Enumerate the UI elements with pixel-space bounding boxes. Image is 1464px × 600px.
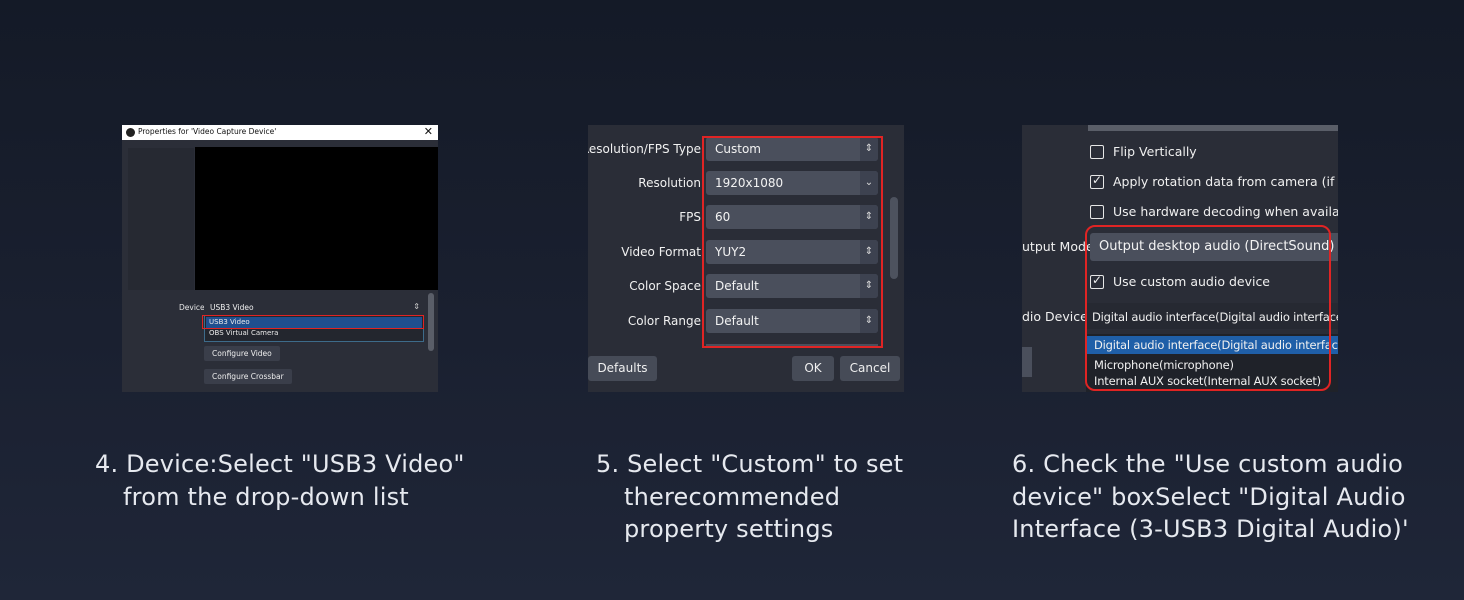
device-select[interactable]: USB3 Video ⇕	[204, 300, 424, 314]
output-mode-label: utput Mode	[1022, 239, 1094, 254]
caption-line: 4. Device:Select "USB3 Video"	[95, 450, 465, 478]
highlight-box	[202, 315, 424, 329]
caption-line: device" boxSelect "Digital Audio	[1012, 482, 1406, 511]
scrollbar[interactable]	[428, 293, 434, 351]
defaults-button[interactable]: Defaults	[588, 356, 657, 381]
highlight-box	[702, 136, 883, 348]
device-label: Device	[179, 303, 205, 312]
audio-settings-screenshot: Flip Vertically Apply rotation data from…	[1022, 125, 1338, 392]
audio-device-label: dio Device	[1022, 309, 1088, 324]
color-space-label: Color Space	[629, 279, 701, 293]
cancel-button[interactable]: Cancel	[840, 356, 900, 381]
caption-step-5: 5. Select "Custom" to set therecommended…	[596, 448, 903, 546]
obs-logo-icon	[126, 128, 135, 137]
video-preview	[195, 147, 438, 290]
close-icon[interactable]: ✕	[424, 125, 433, 138]
updown-arrow-icon: ⇕	[413, 302, 420, 311]
fps-label: FPS	[679, 210, 701, 224]
caption-line: property settings	[624, 515, 834, 543]
properties-dialog-screenshot: Properties for 'Video Capture Device' ✕ …	[122, 125, 438, 392]
caption-step-4: 4. Device:Select "USB3 Video" from the d…	[95, 448, 465, 513]
caption-line: Interface (3-USB3 Digital Audio)'	[1012, 515, 1409, 543]
caption-line: 6. Check the "Use custom audio	[1012, 450, 1404, 478]
dialog-title: Properties for 'Video Capture Device'	[138, 127, 277, 136]
apply-rotation-label: Apply rotation data from camera (if an	[1113, 174, 1338, 189]
resolution-label: Resolution	[638, 176, 701, 190]
video-format-label: Video Format	[621, 245, 701, 259]
side-panel	[128, 148, 194, 290]
scrollbar[interactable]	[890, 197, 898, 279]
highlight-box	[1085, 225, 1331, 391]
flip-vertically-checkbox[interactable]	[1090, 145, 1104, 159]
ok-button[interactable]: OK	[792, 356, 834, 381]
partial-button[interactable]	[1022, 347, 1032, 377]
caption-step-6: 6. Check the "Use custom audio device" b…	[1012, 448, 1409, 546]
scroll-edge	[1088, 125, 1338, 131]
video-settings-screenshot: Resolution/FPS Type Custom ⇕ Resolution …	[588, 125, 904, 392]
caption-line: therecommended	[624, 482, 841, 511]
color-range-label: Color Range	[627, 314, 701, 328]
configure-crossbar-button[interactable]: Configure Crossbar	[204, 369, 292, 384]
apply-rotation-checkbox[interactable]	[1090, 173, 1104, 189]
hardware-decoding-checkbox[interactable]	[1090, 205, 1104, 219]
hardware-decoding-label: Use hardware decoding when available	[1113, 204, 1338, 219]
caption-line: from the drop-down list	[123, 482, 409, 511]
dialog-titlebar: Properties for 'Video Capture Device' ✕	[122, 125, 438, 140]
resolution-fps-type-label: Resolution/FPS Type	[588, 142, 701, 156]
flip-vertically-label: Flip Vertically	[1113, 144, 1197, 159]
option-obs-virtual-camera[interactable]: OBS Virtual Camera	[206, 328, 422, 339]
device-select-value: USB3 Video	[210, 303, 254, 312]
configure-video-button[interactable]: Configure Video	[204, 346, 280, 361]
caption-line: 5. Select "Custom" to set	[596, 450, 904, 478]
